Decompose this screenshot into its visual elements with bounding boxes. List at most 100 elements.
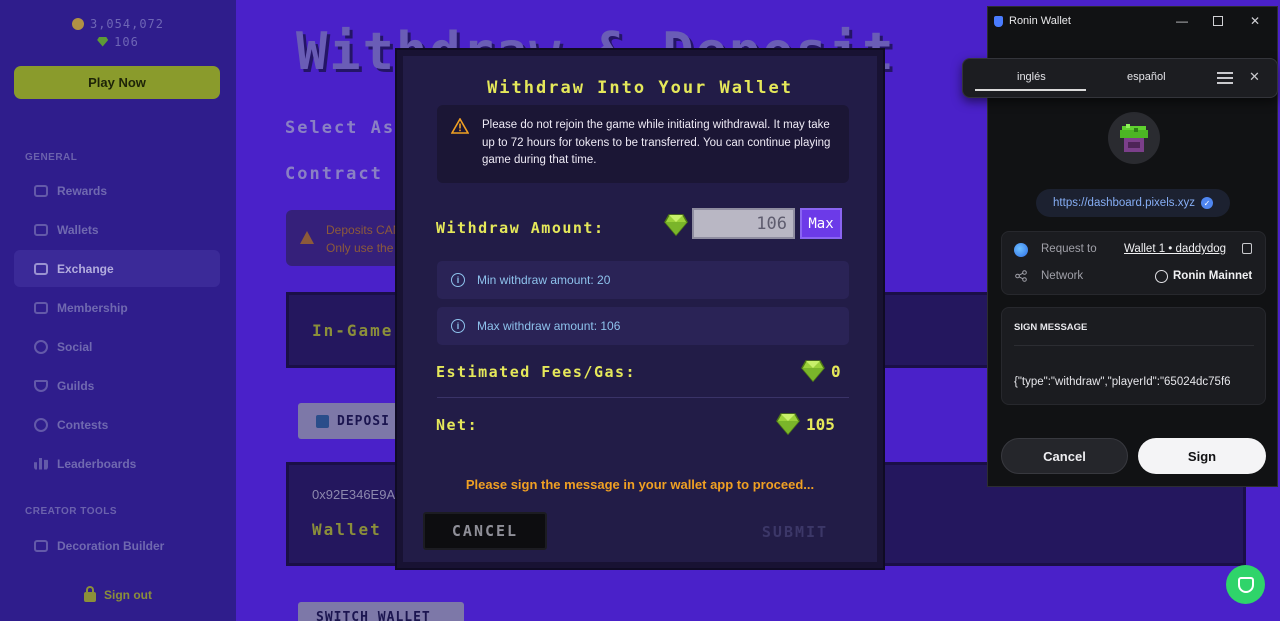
gem-balance-value: 106	[114, 34, 139, 49]
wallet-cancel-button[interactable]: Cancel	[1001, 438, 1128, 474]
gem-icon	[801, 360, 825, 383]
fees-value: 0	[801, 360, 841, 383]
request-to-label: Request to	[1041, 243, 1097, 255]
gem-icon	[97, 36, 109, 47]
sidebar-item-decoration-builder[interactable]: Decoration Builder	[14, 527, 220, 564]
coin-balance-value: 3,054,072	[89, 16, 165, 31]
gem-icon	[776, 413, 800, 436]
warning-icon	[300, 231, 314, 244]
wallet-icon	[34, 223, 48, 236]
fees-amount: 0	[831, 361, 841, 381]
withdraw-warning-text: Please do not rejoin the game while init…	[482, 119, 831, 166]
active-tab-indicator	[975, 89, 1086, 91]
switch-wallet-label: SWITCH WALLET	[316, 609, 431, 621]
network-label: Network	[1041, 270, 1084, 282]
withdraw-amount-input[interactable]: 106	[692, 208, 795, 239]
close-icon[interactable]: ✕	[1249, 69, 1260, 85]
cancel-button[interactable]: CANCEL	[423, 512, 547, 550]
sidebar-item-label: Social	[57, 339, 93, 354]
net-amount: 105	[806, 414, 835, 434]
sidebar-item-label: Decoration Builder	[57, 538, 165, 553]
divider	[1014, 345, 1254, 346]
menu-icon[interactable]	[1217, 72, 1233, 84]
divider	[437, 397, 849, 398]
site-avatar	[1108, 112, 1160, 164]
window-titlebar: Ronin Wallet	[988, 7, 1277, 35]
lock-icon	[84, 586, 96, 602]
sidebar-item-leaderboards[interactable]: Leaderboards	[14, 445, 220, 482]
lang-tab-spanish[interactable]: español	[1127, 71, 1166, 83]
exchange-icon	[34, 262, 48, 275]
max-withdraw-text: Max withdraw amount: 106	[477, 319, 621, 333]
builder-icon	[34, 539, 48, 552]
sidebar-item-label: Exchange	[57, 261, 114, 276]
social-icon	[34, 339, 48, 354]
contract-label: Contract	[285, 164, 383, 184]
sidebar-item-guilds[interactable]: Guilds	[14, 367, 220, 404]
submit-button[interactable]: SUBMIT	[733, 518, 857, 546]
sidebar-item-social[interactable]: Social	[14, 328, 220, 365]
warning-icon	[451, 118, 469, 134]
close-icon[interactable]: ✕	[1250, 14, 1260, 28]
sidebar-item-membership[interactable]: Membership	[14, 289, 220, 326]
sidebar-item-contests[interactable]: Contests	[14, 406, 220, 443]
chat-support-button[interactable]	[1226, 565, 1265, 604]
tag-icon	[34, 301, 48, 314]
sign-prompt: Please sign the message in your wallet a…	[465, 477, 815, 492]
sidebar-item-wallets[interactable]: Wallets	[14, 211, 220, 248]
gem-balance: 106	[0, 33, 236, 50]
sign-out-button[interactable]: Sign out	[0, 586, 236, 602]
wallet-label: Wallet	[312, 520, 382, 539]
wallet-dot-icon	[1014, 243, 1028, 257]
sidebar-item-label: Rewards	[57, 183, 108, 198]
withdraw-amount-label: Withdraw Amount:	[436, 219, 605, 237]
ingame-label: In-Game	[312, 321, 394, 340]
verified-icon: ✓	[1200, 197, 1213, 209]
rewards-icon	[34, 184, 48, 197]
wallet-sign-button[interactable]: Sign	[1138, 438, 1266, 474]
section-general: GENERAL	[25, 152, 78, 163]
sign-message-card: SIGN MESSAGE {"type":"withdraw","playerI…	[1001, 307, 1266, 405]
coin-balance: 3,054,072	[0, 15, 236, 32]
info-icon: i	[451, 273, 465, 287]
modal-title: Withdraw Into Your Wallet	[487, 78, 793, 98]
gem-icon	[664, 214, 688, 237]
sidebar-item-label: Membership	[57, 300, 128, 315]
withdraw-modal: Withdraw Into Your Wallet Please do not …	[397, 50, 883, 568]
maximize-icon[interactable]	[1213, 16, 1223, 26]
net-value: 105	[776, 413, 835, 436]
window-title: Ronin Wallet	[1009, 15, 1071, 27]
minimize-icon[interactable]: —	[1176, 14, 1188, 28]
sidebar-item-label: Guilds	[57, 378, 95, 393]
section-creator-tools: CREATOR TOOLS	[25, 506, 118, 517]
chat-icon	[1237, 576, 1254, 593]
wallet-address: 0x92E346E9AC	[312, 487, 405, 502]
network-icon	[1015, 270, 1027, 282]
coin-icon	[71, 17, 84, 30]
origin-url: https://dashboard.pixels.xyz ✓	[1036, 189, 1230, 217]
sidebar-item-label: Contests	[57, 417, 109, 432]
info-icon: i	[451, 319, 465, 333]
sidebar-item-exchange[interactable]: Exchange	[14, 250, 220, 287]
lang-tab-english[interactable]: inglés	[1017, 71, 1046, 83]
request-to-value[interactable]: Wallet 1 • daddydog	[1124, 243, 1226, 255]
sign-message-title: SIGN MESSAGE	[1014, 322, 1088, 333]
min-withdraw-info: i Min withdraw amount: 20	[437, 261, 849, 299]
withdraw-warning: Please do not rejoin the game while init…	[437, 105, 849, 183]
copy-icon[interactable]	[1242, 243, 1252, 254]
sidebar: 3,054,072 106 Play Now GENERAL Rewards W…	[0, 0, 236, 621]
ronin-network-icon	[1155, 270, 1168, 283]
upload-icon	[316, 414, 329, 428]
sidebar-item-rewards[interactable]: Rewards	[14, 172, 220, 209]
currency-stats: 3,054,072 106	[0, 15, 236, 50]
sidebar-item-label: Wallets	[57, 222, 99, 237]
sidebar-item-label: Leaderboards	[57, 456, 137, 471]
bar-chart-icon	[34, 457, 48, 470]
switch-wallet-button[interactable]: SWITCH WALLET	[298, 602, 464, 621]
max-withdraw-info: i Max withdraw amount: 106	[437, 307, 849, 345]
net-label: Net:	[436, 416, 479, 434]
fees-label: Estimated Fees/Gas:	[436, 363, 637, 381]
deposit-button-label: DEPOSI	[337, 413, 390, 429]
play-now-button[interactable]: Play Now	[14, 66, 220, 99]
max-button[interactable]: Max	[800, 208, 842, 239]
